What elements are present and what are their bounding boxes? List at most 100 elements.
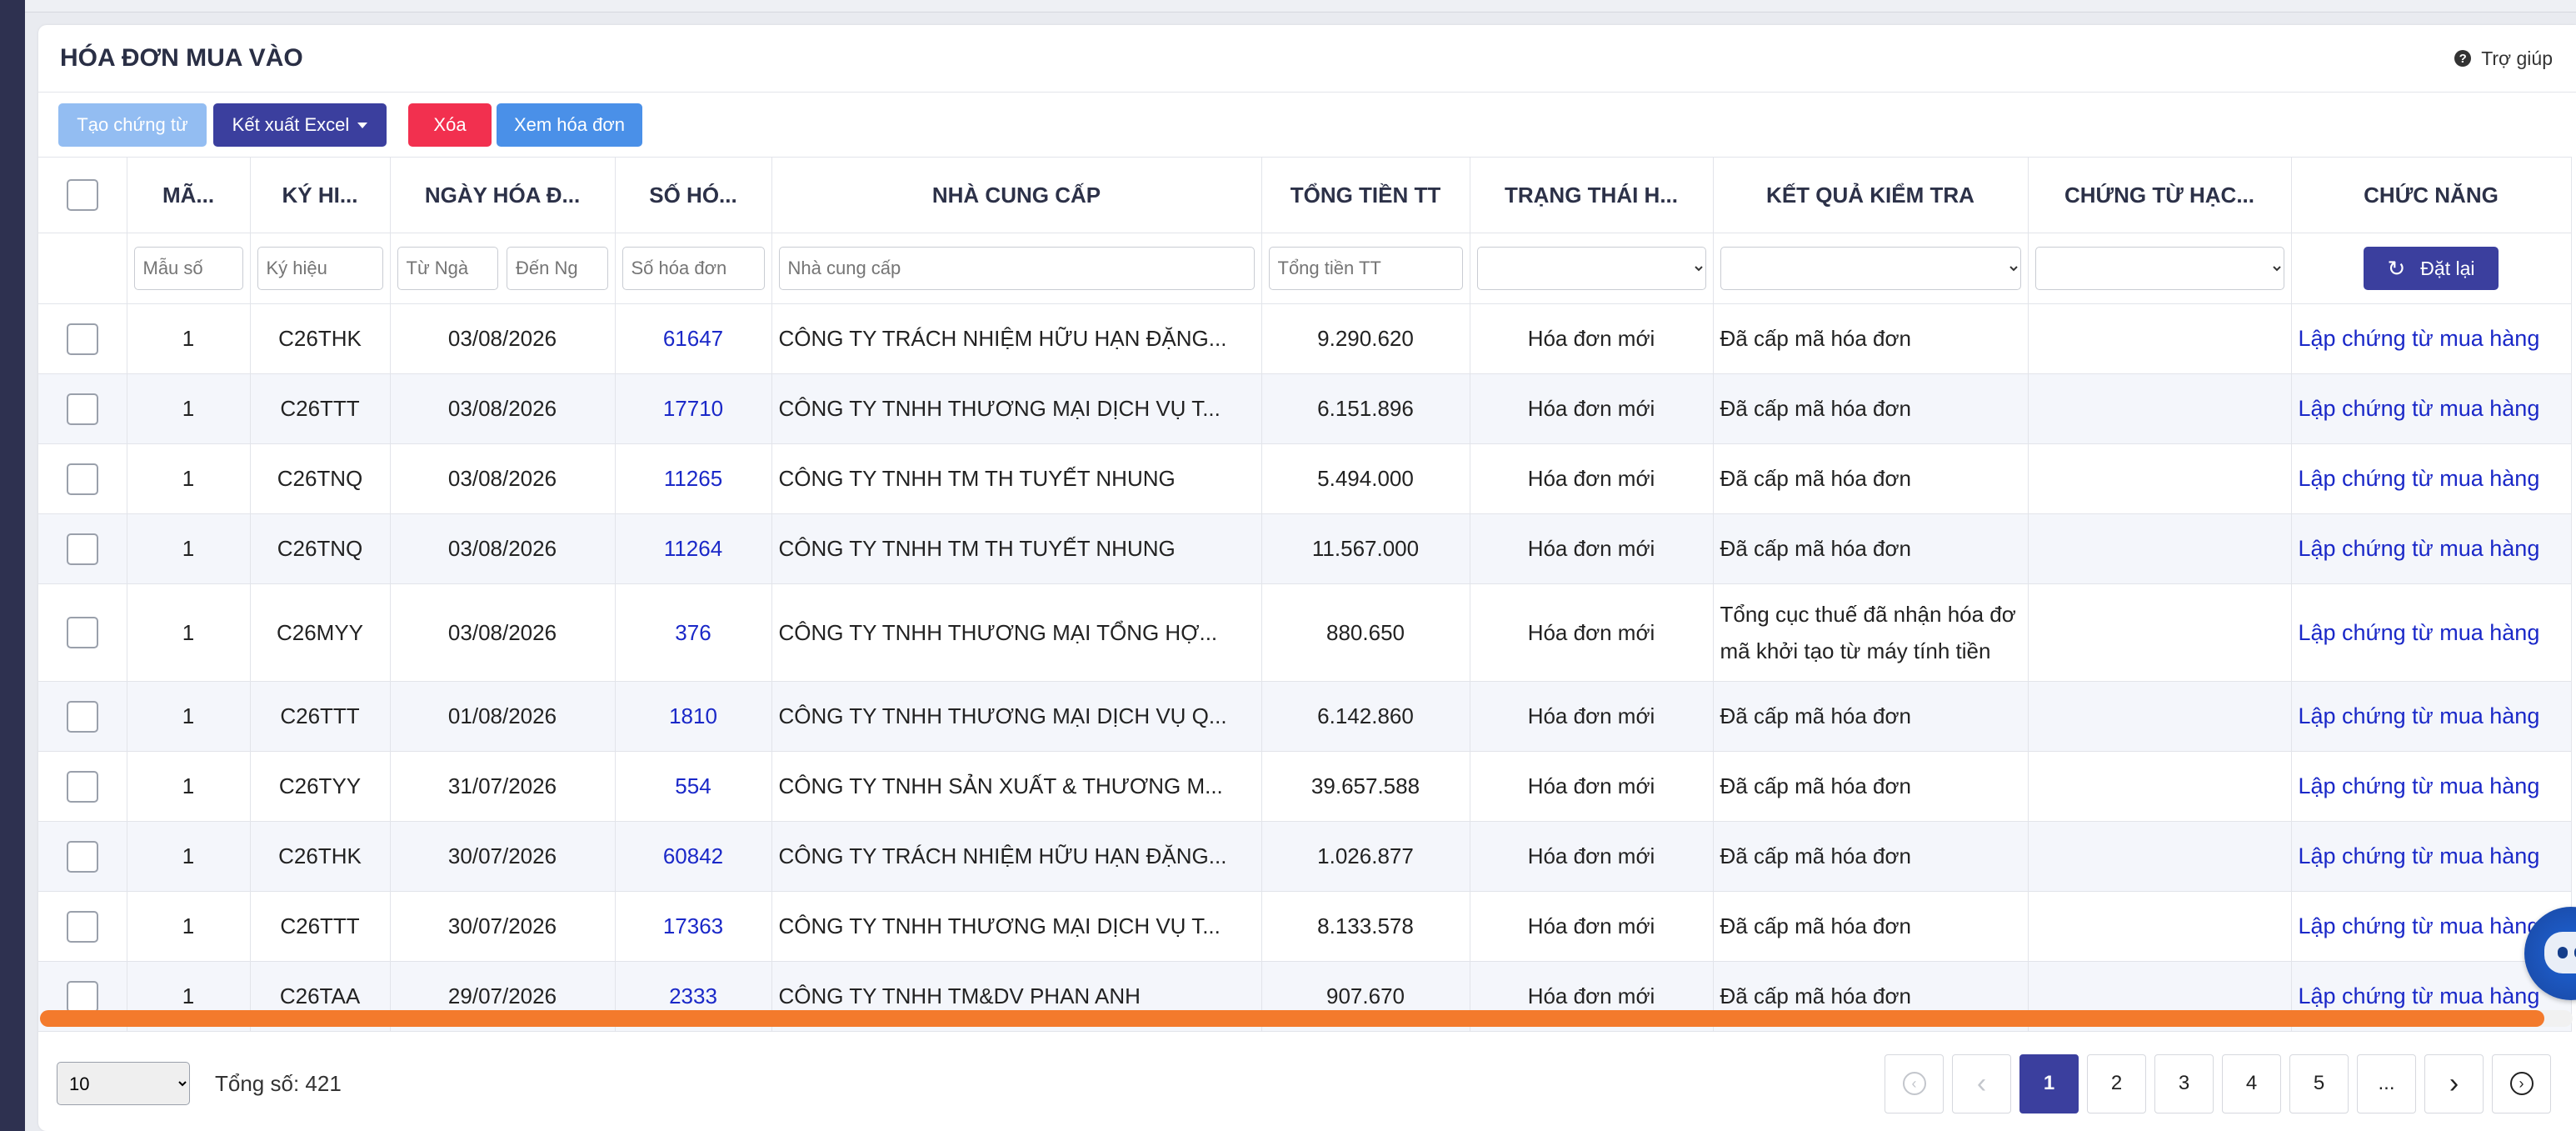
table-row[interactable]: 1 C26THK 03/08/2026 61647 CÔNG TY TRÁCH NHIỆ…: [38, 303, 2572, 374]
invoice-number-link[interactable]: 554: [675, 773, 711, 798]
cell-symbol: C26TTT: [250, 681, 391, 752]
row-checkbox[interactable]: [66, 393, 98, 425]
last-page-button[interactable]: ›: [2492, 1053, 2551, 1113]
cell-date: 31/07/2026: [390, 751, 616, 822]
from-date-input[interactable]: [397, 247, 498, 290]
invoice-number-link[interactable]: 17710: [663, 396, 723, 421]
col-header-form[interactable]: MÃ...: [127, 157, 251, 233]
page-button[interactable]: 1: [2019, 1053, 2079, 1113]
page-button[interactable]: 3: [2154, 1053, 2214, 1113]
col-header-total[interactable]: TỔNG TIỀN TT: [1261, 157, 1470, 233]
create-purchase-voucher-link[interactable]: Lập chứng từ mua hàng: [2299, 620, 2540, 645]
page-size-select[interactable]: 10: [57, 1062, 190, 1105]
row-checkbox[interactable]: [66, 533, 98, 565]
cell-form: 1: [127, 303, 251, 374]
col-header-supplier[interactable]: NHÀ CUNG CẤP: [771, 157, 1262, 233]
col-header-number[interactable]: SỐ HÓ...: [615, 157, 772, 233]
prev-page-button[interactable]: ‹: [1952, 1053, 2011, 1113]
supplier-filter-input[interactable]: [778, 247, 1255, 290]
col-header-actions: CHỨC NĂNG: [2291, 157, 2572, 233]
form-filter-input[interactable]: [133, 247, 243, 290]
create-purchase-voucher-link[interactable]: Lập chứng từ mua hàng: [2299, 773, 2540, 798]
create-purchase-voucher-link[interactable]: Lập chứng từ mua hàng: [2299, 326, 2540, 351]
chevron-left-icon: ‹: [1976, 1067, 1987, 1099]
cell-status: Hóa đơn mới: [1470, 891, 1714, 962]
cell-select: [38, 443, 127, 514]
create-purchase-voucher-link[interactable]: Lập chứng từ mua hàng: [2299, 466, 2540, 491]
first-page-button[interactable]: ‹: [1885, 1053, 1944, 1113]
table-row[interactable]: 1 C26THK 30/07/2026 60842 CÔNG TY TRÁCH NHIỆ…: [38, 821, 2572, 892]
row-checkbox[interactable]: [66, 463, 98, 495]
check-result-filter-select[interactable]: [1720, 247, 2021, 290]
col-header-status[interactable]: TRẠNG THÁI H...: [1470, 157, 1714, 233]
page-button[interactable]: 4: [2222, 1053, 2281, 1113]
delete-button[interactable]: Xóa: [408, 103, 492, 147]
invoice-number-link[interactable]: 11264: [664, 536, 722, 561]
reset-label: Đặt lại: [2420, 257, 2475, 279]
page-button[interactable]: 5: [2289, 1053, 2349, 1113]
filter-cell-number: [615, 233, 772, 304]
page-ellipsis[interactable]: ...: [2357, 1053, 2416, 1113]
create-purchase-voucher-link[interactable]: Lập chứng từ mua hàng: [2299, 536, 2540, 561]
toolbar: Tạo chứng từ Kết xuất Excel Xóa Xem hóa …: [38, 93, 2576, 158]
row-checkbox[interactable]: [66, 700, 98, 733]
row-checkbox[interactable]: [66, 770, 98, 803]
row-checkbox[interactable]: [66, 980, 98, 1013]
cell-form: 1: [127, 373, 251, 444]
cell-supplier: CÔNG TY TRÁCH NHIỆM HỮU HẠN ĐẶNG...: [771, 303, 1262, 374]
to-date-input[interactable]: [507, 247, 608, 290]
number-filter-input[interactable]: [622, 247, 765, 290]
invoice-table: MÃ... KÝ HI... NGÀY HÓA Đ... SỐ HÓ... NH…: [38, 157, 2572, 1032]
reset-filter-button[interactable]: ↻ Đặt lại: [2364, 247, 2499, 290]
status-filter-select[interactable]: [1476, 247, 1706, 290]
col-header-voucher[interactable]: CHỨNG TỪ HẠC...: [2028, 157, 2292, 233]
cell-select: [38, 821, 127, 892]
symbol-filter-input[interactable]: [257, 247, 383, 290]
invoice-number-link[interactable]: 11265: [664, 466, 722, 491]
create-purchase-voucher-link[interactable]: Lập chứng từ mua hàng: [2299, 913, 2540, 938]
invoice-number-link[interactable]: 2333: [669, 983, 717, 1008]
row-checkbox[interactable]: [66, 323, 98, 355]
create-purchase-voucher-link[interactable]: Lập chứng từ mua hàng: [2299, 983, 2540, 1008]
table-row[interactable]: 1 C26TTT 30/07/2026 17363 CÔNG TY TNHH THƯƠN…: [38, 891, 2572, 962]
export-excel-button[interactable]: Kết xuất Excel: [213, 103, 387, 147]
view-invoice-button[interactable]: Xem hóa đơn: [497, 103, 642, 147]
table-row[interactable]: 1 C26TNQ 03/08/2026 11265 CÔNG TY TNHH TM TH…: [38, 443, 2572, 514]
table-row[interactable]: 1 C26MYY 03/08/2026 376 CÔNG TY TNHH THƯƠNG …: [38, 583, 2572, 682]
cell-date: 03/08/2026: [390, 373, 616, 444]
invoice-number-link[interactable]: 376: [675, 620, 711, 645]
select-all-checkbox[interactable]: [66, 179, 98, 211]
total-filter-input[interactable]: [1268, 247, 1463, 290]
create-purchase-voucher-link[interactable]: Lập chứng từ mua hàng: [2299, 396, 2540, 421]
cell-symbol: C26TNQ: [250, 513, 391, 584]
row-checkbox[interactable]: [66, 910, 98, 943]
cell-action: Lập chứng từ mua hàng: [2291, 373, 2572, 444]
invoice-number-link[interactable]: 61647: [663, 326, 723, 351]
row-checkbox[interactable]: [66, 840, 98, 873]
create-purchase-voucher-link[interactable]: Lập chứng từ mua hàng: [2299, 703, 2540, 728]
cell-form: 1: [127, 891, 251, 962]
invoice-number-link[interactable]: 17363: [663, 913, 723, 938]
horizontal-scrollbar[interactable]: [40, 1010, 2573, 1027]
col-header-date[interactable]: NGÀY HÓA Đ...: [390, 157, 616, 233]
table-row[interactable]: 1 C26TTT 03/08/2026 17710 CÔNG TY TNHH THƯƠN…: [38, 373, 2572, 444]
create-voucher-button[interactable]: Tạo chứng từ: [58, 103, 207, 147]
invoice-number-link[interactable]: 1810: [669, 703, 717, 728]
row-checkbox[interactable]: [66, 617, 98, 648]
table-row[interactable]: 1 C26TYY 31/07/2026 554 CÔNG TY TNHH SẢN XUẤ…: [38, 751, 2572, 822]
col-header-check-result[interactable]: KẾT QUẢ KIỂM TRA: [1713, 157, 2029, 233]
create-purchase-voucher-link[interactable]: Lập chứng từ mua hàng: [2299, 843, 2540, 868]
table-row[interactable]: 1 C26TTT 01/08/2026 1810 CÔNG TY TNHH THƯƠNG…: [38, 681, 2572, 752]
bot-eye-left: [2558, 947, 2568, 958]
voucher-filter-select[interactable]: [2034, 247, 2284, 290]
next-page-button[interactable]: ›: [2424, 1053, 2484, 1113]
col-header-symbol[interactable]: KÝ HI...: [250, 157, 391, 233]
help-link[interactable]: ? Trợ giúp: [2454, 48, 2553, 70]
cell-voucher: [2028, 681, 2292, 752]
page-button[interactable]: 2: [2087, 1053, 2146, 1113]
table-row[interactable]: 1 C26TNQ 03/08/2026 11264 CÔNG TY TNHH TM TH…: [38, 513, 2572, 584]
select-all-header: [38, 157, 127, 233]
invoice-number-link[interactable]: 60842: [663, 843, 723, 868]
scrollbar-thumb[interactable]: [40, 1010, 2544, 1027]
cell-check: Đã cấp mã hóa đơn: [1713, 373, 2029, 444]
